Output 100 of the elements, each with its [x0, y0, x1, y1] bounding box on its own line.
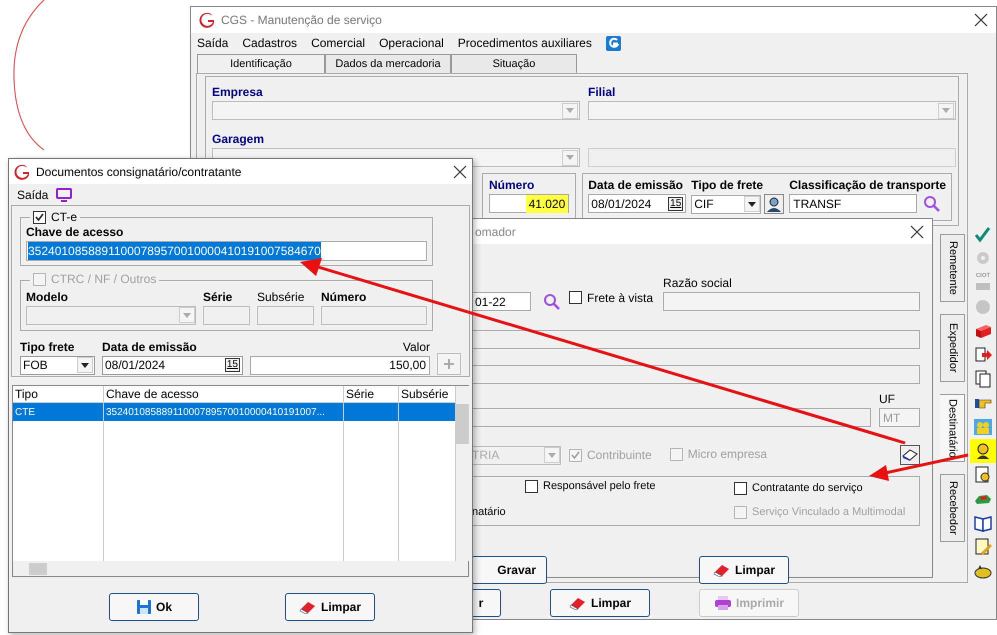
- eraser-icon: [902, 449, 918, 462]
- checkbox[interactable]: [525, 480, 538, 494]
- subseries-field[interactable]: [257, 306, 314, 324]
- doc-pen-icon: [973, 537, 993, 557]
- action-button[interactable]: Ok: [109, 593, 199, 621]
- menu-item[interactable]: Cadastros: [242, 34, 298, 52]
- action-button[interactable]: Limpar: [550, 589, 650, 617]
- checkbox-label: Responsável pelo frete: [543, 479, 656, 494]
- option-label: natário: [472, 505, 507, 520]
- field-label: Valor: [402, 338, 430, 356]
- people-icon: [973, 417, 993, 437]
- printer-icon: [714, 595, 732, 611]
- classification-field[interactable]: TRANSF: [789, 194, 918, 213]
- field-label: Classificação de transporte: [789, 177, 946, 194]
- tab[interactable]: Identificação: [197, 54, 325, 73]
- eraser-icon: [568, 596, 587, 610]
- book-icon: [973, 513, 993, 533]
- checkbox-label: Micro empresa: [688, 446, 768, 463]
- eraser-icon: [298, 600, 317, 614]
- side-tab[interactable]: Recebedor: [940, 474, 965, 542]
- search-icon[interactable]: [923, 194, 942, 212]
- plus-icon: [444, 358, 454, 368]
- add-button[interactable]: [437, 352, 461, 374]
- checkbox[interactable]: [734, 482, 747, 495]
- freight-select[interactable]: CIF: [691, 194, 762, 214]
- table-cell: CTE: [13, 403, 104, 421]
- calendar-button[interactable]: 15: [668, 196, 684, 210]
- value-field[interactable]: 150,00: [250, 356, 430, 374]
- window-title: Documentos consignatário/contratante: [36, 164, 242, 180]
- side-tab[interactable]: Destinatário: [940, 394, 965, 462]
- access-key-field[interactable]: 35240108588911000789570010000410191007584670: [26, 241, 427, 261]
- search-icon[interactable]: [543, 293, 561, 311]
- window-title: CGS - Manutenção de serviço: [221, 12, 383, 29]
- app-icon[interactable]: [606, 36, 621, 50]
- freight-select[interactable]: FOB: [20, 356, 95, 374]
- text-field[interactable]: [471, 330, 920, 349]
- table-cell: 35240108588911000789570010000410191007...: [104, 403, 344, 421]
- number-field[interactable]: 41.020: [489, 194, 570, 213]
- side-tab[interactable]: Expedidor: [940, 314, 965, 382]
- checkbox-label: Contratante do serviço: [752, 481, 863, 496]
- eraser-button[interactable]: [900, 445, 920, 466]
- circle-icon: [973, 297, 993, 317]
- text-field[interactable]: [471, 408, 871, 427]
- table-row[interactable]: CTE 35240108588911000789570010000410191007...: [13, 403, 456, 421]
- column-header[interactable]: Tipo: [13, 386, 104, 402]
- field-label: Empresa: [212, 84, 264, 101]
- close-icon[interactable]: [910, 224, 924, 238]
- tab[interactable]: Situação: [451, 54, 577, 73]
- check-icon: [973, 225, 993, 245]
- close-icon[interactable]: [974, 13, 988, 27]
- checkbox[interactable]: [33, 210, 46, 224]
- number-field[interactable]: [321, 306, 427, 324]
- field-label: Série: [203, 288, 234, 306]
- menu-item[interactable]: Operacional: [379, 34, 444, 52]
- checkbox[interactable]: [569, 291, 582, 304]
- column-header[interactable]: Série: [344, 386, 399, 402]
- company-name-field[interactable]: [663, 292, 920, 311]
- vertical-scrollbar[interactable]: [456, 386, 469, 561]
- logo-icon: [14, 164, 30, 180]
- date-field[interactable]: 08/01/2024 15: [588, 194, 686, 213]
- text-field[interactable]: [588, 148, 956, 167]
- tab[interactable]: Dados da mercadoria: [325, 54, 451, 73]
- text-field[interactable]: [471, 365, 920, 384]
- field-label: Data de emissão: [102, 338, 198, 356]
- horizontal-scrollbar[interactable]: [13, 561, 468, 576]
- field-label: Número: [321, 288, 368, 306]
- eraser-icon: [712, 562, 731, 576]
- action-button[interactable]: Limpar: [699, 556, 789, 584]
- field-label: Razão social: [663, 275, 733, 292]
- menu-item[interactable]: Saída: [197, 34, 228, 52]
- person-icon[interactable]: [764, 194, 784, 214]
- monitor-icon[interactable]: [56, 188, 72, 202]
- field-label: Filial: [588, 84, 616, 101]
- close-icon[interactable]: [453, 164, 467, 178]
- action-button[interactable]: Gravar: [471, 556, 547, 584]
- column-header[interactable]: Chave de acesso: [104, 386, 344, 402]
- save-icon: [136, 599, 152, 615]
- menu-item[interactable]: Procedimentos auxiliares: [458, 34, 592, 52]
- calendar-button[interactable]: 15: [224, 358, 240, 372]
- field-label: Garagem: [212, 131, 266, 148]
- docs-icon: [973, 369, 993, 389]
- date-field[interactable]: 08/01/2024 15: [102, 356, 243, 374]
- window-title: omador: [475, 224, 517, 240]
- field-label: Subsérie: [257, 288, 306, 306]
- field-label: Data de emissão: [588, 177, 684, 194]
- logo-icon: [199, 12, 215, 28]
- checkbox-label: Frete à vista: [587, 290, 654, 306]
- code-field[interactable]: 01-22: [471, 292, 531, 311]
- toolbar-button[interactable]: [970, 439, 996, 463]
- field-label: Chave de acesso: [26, 224, 124, 241]
- field-label: Tipo de frete: [691, 177, 764, 194]
- menu-item[interactable]: Comercial: [311, 34, 366, 52]
- menu-item[interactable]: Saída: [17, 186, 48, 204]
- field-label: Tipo frete: [20, 338, 76, 356]
- side-tab[interactable]: Remetente: [940, 234, 965, 302]
- action-button[interactable]: Limpar: [285, 593, 375, 621]
- checkbox-label: CT-e: [51, 209, 78, 226]
- checkbox-label: Serviço Vinculado a Multimodal: [752, 505, 906, 520]
- field-label: Número: [489, 177, 536, 194]
- series-field[interactable]: [203, 306, 250, 324]
